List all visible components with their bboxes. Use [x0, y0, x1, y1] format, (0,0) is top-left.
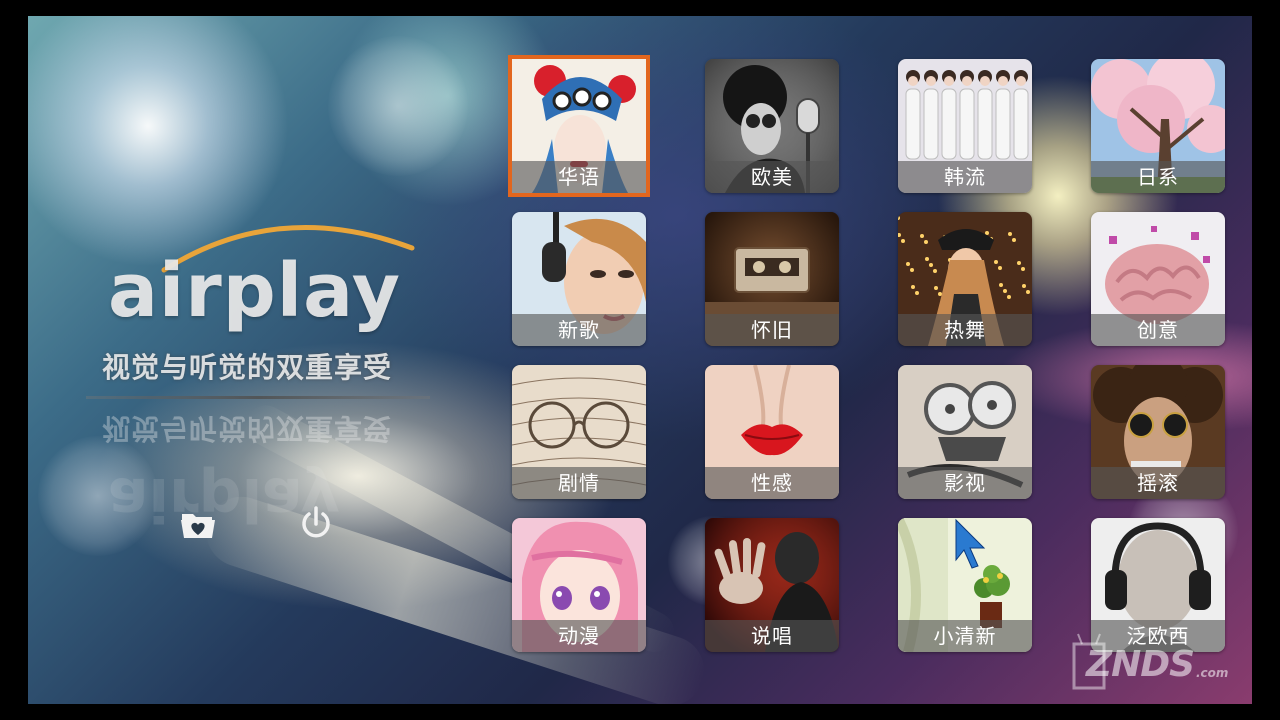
category-tile[interactable]: 日系: [1091, 59, 1225, 193]
category-label: 小清新: [898, 620, 1032, 652]
power-icon[interactable]: [296, 504, 336, 544]
slogan: 视觉与听觉的双重享受: [102, 351, 393, 384]
category-tile[interactable]: 怀旧: [705, 212, 839, 346]
category-tile[interactable]: 韩流: [898, 59, 1032, 193]
category-tile[interactable]: 华语: [512, 59, 646, 193]
category-tile[interactable]: 性感: [705, 365, 839, 499]
category-tile[interactable]: 动漫: [512, 518, 646, 652]
category-tile[interactable]: 新歌: [512, 212, 646, 346]
category-tile[interactable]: 摇滚: [1091, 365, 1225, 499]
category-label: 创意: [1091, 314, 1225, 346]
category-tile[interactable]: 小清新: [898, 518, 1032, 652]
category-label: 欧美: [705, 161, 839, 193]
brand-logo: airplay: [108, 248, 402, 334]
category-label: 影视: [898, 467, 1032, 499]
category-label: 韩流: [898, 161, 1032, 193]
category-tile[interactable]: 剧情: [512, 365, 646, 499]
category-tile[interactable]: 创意: [1091, 212, 1225, 346]
category-tile[interactable]: 欧美: [705, 59, 839, 193]
category-label: 动漫: [512, 620, 646, 652]
bokeh-light: [328, 36, 468, 176]
watermark-text: ZNDS: [1086, 644, 1195, 685]
folder-heart-icon[interactable]: [178, 504, 218, 544]
category-label: 新歌: [512, 314, 646, 346]
slogan-divider: [86, 396, 430, 399]
music-home-screen: airplay 视觉与听觉的双重享受 视觉与听觉的双重享受 airplay 华语…: [28, 16, 1252, 704]
category-label: 华语: [512, 161, 646, 193]
category-tile[interactable]: 说唱: [705, 518, 839, 652]
category-tile[interactable]: 影视: [898, 365, 1032, 499]
category-label: 摇滚: [1091, 467, 1225, 499]
category-tile[interactable]: 热舞: [898, 212, 1032, 346]
category-label: 怀旧: [705, 314, 839, 346]
watermark-sub: .com: [1196, 666, 1229, 680]
slogan-reflection: 视觉与听觉的双重享受: [102, 412, 393, 445]
category-label: 热舞: [898, 314, 1032, 346]
category-label: 日系: [1091, 161, 1225, 193]
category-label: 说唱: [705, 620, 839, 652]
category-label: 性感: [705, 467, 839, 499]
category-label: 剧情: [512, 467, 646, 499]
